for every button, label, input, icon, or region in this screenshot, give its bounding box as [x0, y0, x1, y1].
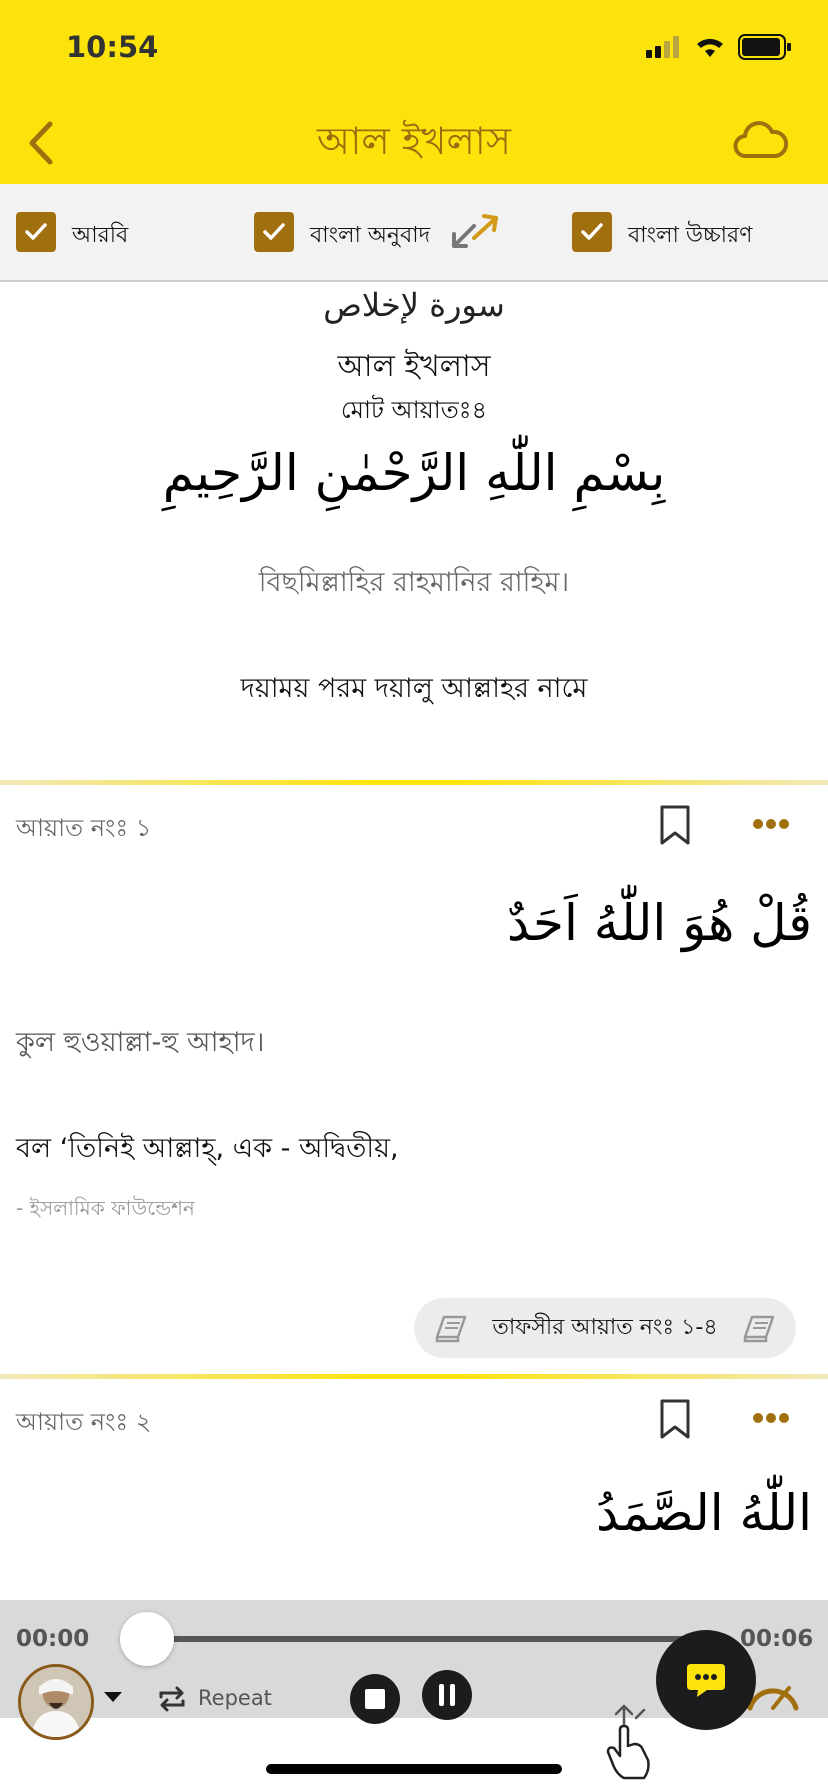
reciter-dropdown-icon[interactable] — [102, 1690, 124, 1704]
bookmark-icon[interactable] — [658, 1398, 692, 1440]
ayah-1-arabic: قُلْ هُوَ اللّٰهُ اَحَدٌ — [506, 894, 812, 952]
arabic-checkbox[interactable] — [16, 212, 56, 252]
arabic-toggle-label: আরবি — [72, 223, 129, 248]
bismillah-arabic: بِسْمِ اللّٰهِ الرَّحْمٰنِ الرَّحِيمِ — [162, 444, 666, 502]
check-icon — [581, 223, 603, 240]
surah-intro: سورة لإخلاص আল ইখলাস মোট আয়াতঃ৪ بِسْمِ … — [0, 282, 828, 780]
ayah-1-source: - ইসলামিক ফাউন্ডেশন — [16, 1196, 195, 1220]
battery-icon — [738, 34, 791, 60]
ayah-1-translation: বল ‘তিনিই আল্লাহ্‌, এক - অদ্বিতীয়, — [16, 1133, 399, 1164]
surah-name-bangla: আল ইখলাস — [337, 349, 491, 384]
display-toggles-bar: আরবি বাংলা অনুবাদ বাংলা উচ্চারণ — [0, 184, 828, 282]
ayah-2-label: আয়াত নংঃ ২ — [16, 1408, 152, 1436]
repeat-icon[interactable] — [156, 1684, 188, 1714]
swap-arrows-icon[interactable] — [450, 210, 498, 254]
chat-bubble-icon — [687, 1664, 725, 1697]
ayah-1-label: আয়াত নংঃ ১ — [16, 814, 152, 842]
book-icon — [743, 1315, 775, 1343]
bismillah-translation: দয়াময় পরম দয়ালু আল্লাহর নামে — [240, 673, 588, 704]
bismillah-pronunciation: বিছমিল্লাহির রাহমানির রাহিম। — [258, 567, 570, 598]
ayah-divider — [0, 1374, 828, 1379]
chat-fab-button[interactable] — [656, 1630, 756, 1730]
surah-name-arabic: سورة لإخلاص — [323, 286, 505, 324]
pause-button[interactable] — [422, 1670, 472, 1720]
app-header: 10:54 আল ইখলাস — [0, 0, 828, 184]
reciter-avatar[interactable] — [18, 1664, 94, 1740]
stop-button[interactable] — [350, 1674, 400, 1724]
bangla-translation-toggle-label: বাংলা অনুবাদ — [310, 223, 431, 248]
repeat-label[interactable]: Repeat — [198, 1686, 272, 1710]
wifi-icon — [697, 38, 723, 57]
bookmark-icon[interactable] — [658, 804, 692, 846]
home-indicator — [266, 1764, 562, 1774]
bangla-pronunciation-checkbox[interactable] — [572, 212, 612, 252]
bangla-translation-checkbox[interactable] — [254, 212, 294, 252]
signal-icon — [646, 36, 679, 58]
cloud-icon[interactable] — [732, 118, 788, 162]
seek-track[interactable] — [146, 1636, 696, 1642]
status-icons — [646, 34, 792, 60]
reciter-portrait-icon — [21, 1667, 91, 1737]
stop-icon — [365, 1689, 385, 1709]
more-options-icon[interactable] — [752, 818, 790, 830]
bangla-pronunciation-toggle-label: বাংলা উচ্চারণ — [628, 223, 753, 248]
tafsir-button[interactable]: তাফসীর আয়াত নংঃ ১-৪ — [414, 1298, 796, 1358]
ayah-2-arabic: اللّٰهُ الصَّمَدُ — [595, 1484, 812, 1542]
current-time: 00:00 — [16, 1626, 90, 1652]
tap-gesture-hand-icon — [606, 1704, 650, 1780]
book-icon — [435, 1315, 467, 1343]
check-icon — [263, 223, 285, 240]
more-options-icon[interactable] — [752, 1412, 790, 1424]
total-time: 00:06 — [740, 1626, 814, 1652]
seek-knob[interactable] — [120, 1612, 174, 1666]
ayah-divider — [0, 780, 828, 785]
tafsir-label: তাফসীর আয়াত নংঃ ১-৪ — [492, 1314, 718, 1340]
check-icon — [25, 223, 47, 240]
pause-icon — [439, 1684, 455, 1706]
total-ayat: মোট আয়াতঃ৪ — [340, 396, 488, 424]
status-time: 10:54 — [66, 30, 159, 64]
ayah-1-pronunciation: কুল হুওয়াল্লা-হু আহাদ। — [16, 1027, 265, 1058]
page-title: আল ইখলাস — [317, 119, 511, 163]
